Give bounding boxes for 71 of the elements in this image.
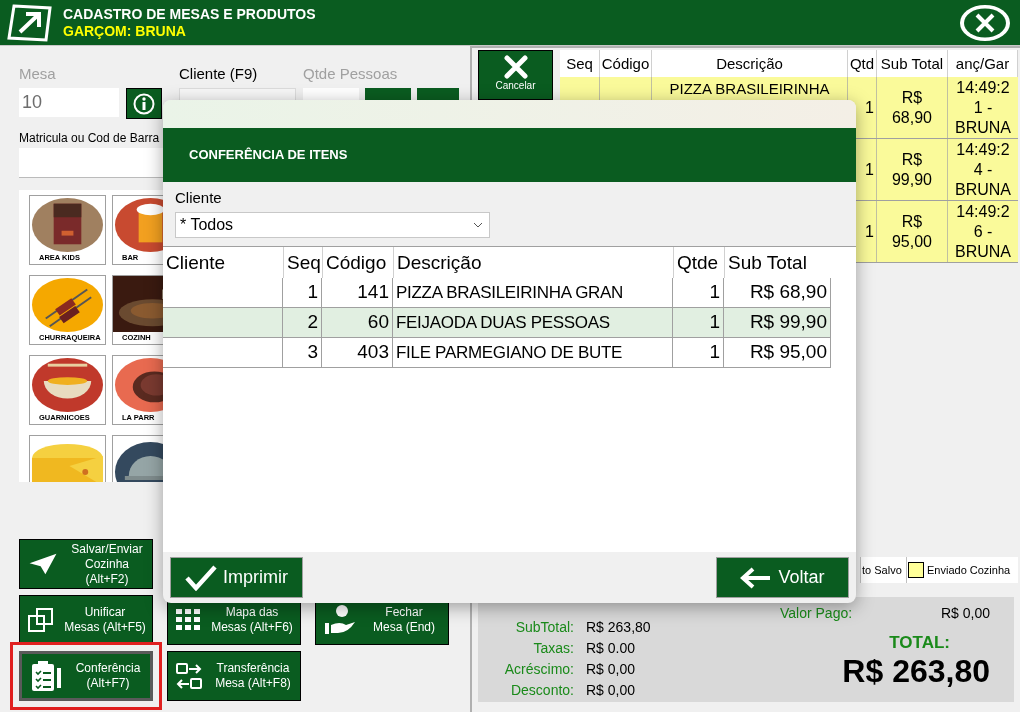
table-row[interactable]: 2 60 FEIJAODA DUAS PESSOAS 1 R$ 99,90 (163, 308, 831, 338)
table-cell-text: 2 (307, 310, 318, 335)
table-cell-text: FILE PARMEGIANO DE BUTE (396, 341, 623, 364)
action-button[interactable]: Unificar Mesas (Alt+F5) (19, 595, 153, 645)
hand-coin-icon (324, 605, 356, 635)
table-cell-text: 14:49:26 - BRUNA (954, 201, 1012, 262)
table-cell-text: FEIJAODA DUAS PESSOAS (396, 311, 610, 334)
total-value: R$ 263,80 (842, 653, 990, 689)
table-cell-text: 1 (307, 280, 318, 305)
total-label: TOTAL: (889, 633, 950, 653)
paid-label: Valor Pago: (780, 603, 853, 623)
table-cell-text: 1 (709, 280, 720, 305)
field-label: Qtde Pessoas (303, 65, 399, 83)
summary-value: R$ 0.00 (586, 639, 636, 658)
action-button[interactable]: Salvar/Enviar Cozinha (Alt+F2) (19, 539, 153, 589)
summary-label: Acréscimo: (503, 660, 574, 679)
table-cell-text: 141 (357, 280, 389, 305)
info-button[interactable] (126, 88, 162, 119)
table-cell-text: 1 (709, 310, 720, 335)
legend-label: Enviado Cozinha (927, 562, 1011, 578)
field-label: Mesa (19, 65, 57, 83)
table-cell-text: 1 (865, 159, 874, 180)
summary-value: R$ 0,00 (586, 681, 636, 700)
table-cell-text: 14:49:24 - BRUNA (954, 139, 1012, 200)
table-cell-text: R$ 95,00 (890, 211, 933, 252)
table-cell-text: R$ 99,90 (749, 310, 827, 335)
table-cell-text: 60 (367, 310, 389, 335)
close-icon[interactable] (958, 2, 1012, 43)
paid-value: R$ 0,00 (940, 603, 990, 623)
window-title: CADASTRO DE MESAS E PRODUTOS (63, 5, 316, 23)
summary-label: SubTotal: (514, 618, 574, 637)
table-cell-text: R$ 68,90 (890, 87, 933, 128)
table-cell-text: R$ 99,90 (890, 149, 933, 190)
summary-label: Taxas: (532, 639, 574, 658)
transfer-icon (176, 662, 202, 690)
table-cell-text: 14:49:21 - BRUNA (954, 77, 1012, 138)
dialog-button[interactable]: Voltar (716, 557, 849, 598)
info-icon (133, 92, 155, 115)
left-arrow-icon (740, 566, 773, 589)
field-label: Cliente (F9) (179, 65, 259, 83)
send-icon (28, 552, 58, 576)
close-icon (502, 54, 529, 80)
arrow-logo-icon (6, 3, 52, 42)
table-cell-text: 1 (865, 221, 874, 242)
table-cell-text: 3 (307, 340, 318, 365)
table-cell-text: PIZZA BRASILEIRINHA GRAN (396, 281, 624, 304)
action-button[interactable]: Conferência (Alt+F7) (19, 651, 153, 701)
checkmark-icon (185, 564, 217, 591)
dialog-button[interactable]: Imprimir (170, 557, 303, 598)
table-cell-text: 1 (709, 340, 720, 365)
grid-icon (176, 609, 200, 631)
chevron-down-icon (473, 222, 483, 228)
summary-label: Desconto: (509, 681, 574, 700)
table-cell-text: 403 (357, 340, 389, 365)
table-cell: PIZZA BRASILEIRINHA (669, 80, 830, 98)
client-dropdown[interactable]: * Todos (175, 212, 490, 238)
cancel-button[interactable]: Cancelar (478, 50, 553, 100)
summary-value: R$ 0,00 (586, 660, 636, 679)
action-button[interactable]: Transferência Mesa (Alt+F8) (167, 651, 301, 701)
table-row[interactable]: 1 141 PIZZA BRASILEIRINHA GRAN 1 R$ 68,90 (163, 278, 831, 308)
legend-label: to Salvo (862, 562, 902, 578)
summary-value: R$ 263,80 (586, 618, 651, 637)
waiter-name: GARÇOM: BRUNA (63, 22, 187, 40)
overlapping-squares-icon (28, 607, 54, 633)
table-row[interactable]: 3 403 FILE PARMEGIANO DE BUTE 1 R$ 95,00 (163, 338, 831, 368)
dialog-title: CONFERÊNCIA DE ITENS (189, 146, 348, 165)
field-label: Matricula ou Cod de Barra (19, 130, 161, 146)
checklist-icon (30, 660, 62, 692)
table-cell-text: R$ 95,00 (749, 340, 827, 365)
table-cell-text: 1 (865, 97, 874, 118)
table-cell-text: R$ 68,90 (749, 280, 827, 305)
